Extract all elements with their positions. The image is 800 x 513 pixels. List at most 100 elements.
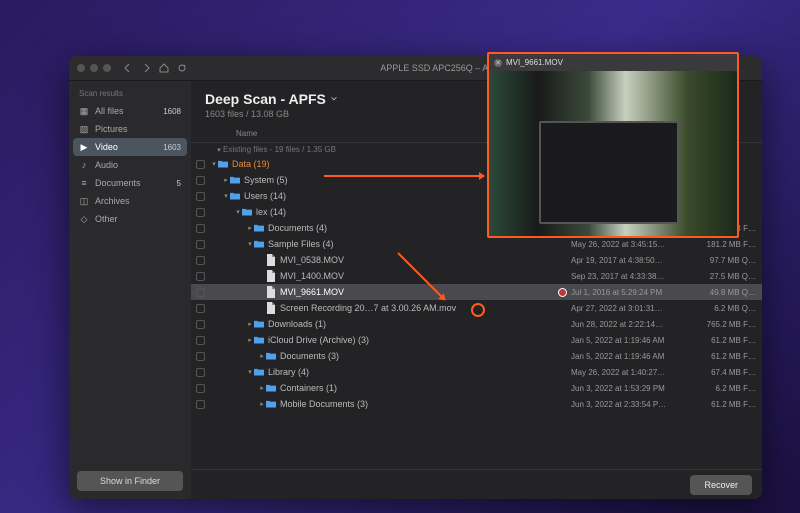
aud-icon: ♪ xyxy=(79,160,89,170)
recover-button[interactable]: Recover xyxy=(690,475,752,495)
preview-title: MVI_9661.MOV xyxy=(506,58,563,67)
disclosure-icon[interactable]: ▸ xyxy=(258,400,266,408)
file-icon xyxy=(266,287,276,297)
disclosure-icon[interactable]: ▸ xyxy=(258,352,266,360)
sidebar-item-label: Video xyxy=(95,142,157,152)
sidebar-item-other[interactable]: ◇Other xyxy=(73,210,187,228)
pic-icon: ▧ xyxy=(79,124,89,134)
refresh-icon[interactable] xyxy=(177,63,187,73)
footer: Recover xyxy=(191,469,762,499)
close-icon[interactable] xyxy=(77,64,85,72)
row-checkbox[interactable] xyxy=(196,160,205,169)
zoom-icon[interactable] xyxy=(103,64,111,72)
row-name: Downloads (1) xyxy=(268,319,571,329)
row-name: iCloud Drive (Archive) (3) xyxy=(268,335,571,345)
folder-row[interactable]: ▸iCloud Drive (Archive) (3)Jan 5, 2022 a… xyxy=(191,332,762,348)
row-checkbox[interactable] xyxy=(196,224,205,233)
folder-row[interactable]: ▸Documents (3)Jan 5, 2022 at 1:19:46 AM6… xyxy=(191,348,762,364)
row-checkbox[interactable] xyxy=(196,208,205,217)
disclosure-icon[interactable]: ▸ xyxy=(258,384,266,392)
row-checkbox[interactable] xyxy=(196,320,205,329)
disclosure-icon[interactable]: ▸ xyxy=(246,320,254,328)
folder-row[interactable]: ▸Containers (1)Jun 3, 2022 at 1:53:29 PM… xyxy=(191,380,762,396)
folder-icon xyxy=(266,351,276,361)
doc-icon: ≡ xyxy=(79,178,89,188)
folder-row[interactable]: ▾ Library (4)May 26, 2022 at 1:40:27…67.4… xyxy=(191,364,762,380)
disclosure-icon[interactable]: ▸ xyxy=(246,224,254,232)
row-size: 27.5 MB Q… xyxy=(701,272,756,281)
traffic-lights[interactable] xyxy=(77,64,111,72)
row-date: Jun 3, 2022 at 1:53:29 PM xyxy=(571,384,701,393)
folder-row[interactable]: ▸ Mobile Documents (3)Jun 3, 2022 at 2:33… xyxy=(191,396,762,412)
disclosure-icon[interactable]: ▾ xyxy=(210,160,218,168)
annotation-arrow xyxy=(324,175,484,177)
chevron-down-icon[interactable] xyxy=(330,95,338,103)
sidebar-item-video[interactable]: ▶Video1603 xyxy=(73,138,187,156)
folder-icon xyxy=(254,367,264,377)
sidebar-item-count: 1608 xyxy=(163,107,181,116)
row-date: Apr 19, 2017 at 4:38:50… xyxy=(571,256,701,265)
disclosure-icon[interactable]: ▾ xyxy=(234,208,242,216)
row-size: 6.2 MB F… xyxy=(701,384,756,393)
sidebar-item-label: Audio xyxy=(95,160,175,170)
back-icon[interactable] xyxy=(123,63,133,73)
disclosure-icon[interactable]: ▾ xyxy=(246,240,254,248)
folder-icon xyxy=(242,207,252,217)
file-row[interactable]: MVI_9661.MOVJul 1, 2016 at 5:29:24 PM49.… xyxy=(191,284,762,300)
sidebar-item-pictures[interactable]: ▧Pictures xyxy=(73,120,187,138)
row-checkbox[interactable] xyxy=(196,384,205,393)
folder-row[interactable]: ▸Downloads (1)Jun 28, 2022 at 2:22:14…76… xyxy=(191,316,762,332)
row-checkbox[interactable] xyxy=(196,288,205,297)
row-date: Jan 5, 2022 at 1:19:46 AM xyxy=(571,352,701,361)
sidebar-item-all-files[interactable]: ▦All files1608 xyxy=(73,102,187,120)
annotation-circle xyxy=(471,303,485,317)
status-badge xyxy=(558,288,567,297)
folder-icon xyxy=(230,191,240,201)
sidebar-item-audio[interactable]: ♪ Audio xyxy=(73,156,187,174)
row-size: 67.4 MB F… xyxy=(701,368,756,377)
folder-icon xyxy=(218,159,228,169)
file-row[interactable]: MVI_1400.MOVSep 23, 2017 at 4:33:38…27.5… xyxy=(191,268,762,284)
file-icon xyxy=(266,271,276,281)
disclosure-icon[interactable]: ▸ xyxy=(246,336,254,344)
folder-icon xyxy=(254,223,264,233)
row-name: Mobile Documents (3) xyxy=(280,399,571,409)
row-checkbox[interactable] xyxy=(196,400,205,409)
show-in-finder-button[interactable]: Show in Finder xyxy=(77,471,183,491)
folder-icon xyxy=(266,399,276,409)
row-checkbox[interactable] xyxy=(196,352,205,361)
row-checkbox[interactable] xyxy=(196,368,205,377)
row-date: Sep 23, 2017 at 4:33:38… xyxy=(571,272,701,281)
file-row[interactable]: MVI_0538.MOVApr 19, 2017 at 4:38:50…97.7… xyxy=(191,252,762,268)
row-name: Library (4) xyxy=(268,367,571,377)
forward-icon[interactable] xyxy=(141,63,151,73)
row-checkbox[interactable] xyxy=(196,336,205,345)
disclosure-icon[interactable]: ▾ xyxy=(222,192,230,200)
row-checkbox[interactable] xyxy=(196,272,205,281)
row-size: 6.2 MB Q… xyxy=(701,304,756,313)
row-date: May 26, 2022 at 3:45:15… xyxy=(571,240,701,249)
row-checkbox[interactable] xyxy=(196,240,205,249)
row-checkbox[interactable] xyxy=(196,192,205,201)
home-icon[interactable] xyxy=(159,63,169,73)
row-date: May 26, 2022 at 1:40:27… xyxy=(571,368,701,377)
row-size: 181.2 MB F… xyxy=(701,240,756,249)
row-checkbox[interactable] xyxy=(196,256,205,265)
sidebar-item-archives[interactable]: ◫Archives xyxy=(73,192,187,210)
row-checkbox[interactable] xyxy=(196,176,205,185)
row-size: 61.2 MB F… xyxy=(701,352,756,361)
close-icon[interactable]: ✕ xyxy=(494,59,502,67)
row-checkbox[interactable] xyxy=(196,304,205,313)
sidebar-item-label: Other xyxy=(95,214,175,224)
file-icon xyxy=(266,303,276,313)
row-date: Jun 3, 2022 at 2:33:54 P… xyxy=(571,400,701,409)
sidebar-item-documents[interactable]: ≡Documents5 xyxy=(73,174,187,192)
row-name: MVI_0538.MOV xyxy=(280,255,571,265)
nav-controls xyxy=(123,63,187,73)
disclosure-icon[interactable]: ▸ xyxy=(222,176,230,184)
minimize-icon[interactable] xyxy=(90,64,98,72)
disclosure-icon[interactable]: ▾ xyxy=(246,368,254,376)
folder-row[interactable]: ▾Sample Files (4)May 26, 2022 at 3:45:15… xyxy=(191,236,762,252)
sidebar-item-label: Documents xyxy=(95,178,171,188)
preview-panel[interactable]: ✕ MVI_9661.MOV xyxy=(487,52,739,238)
